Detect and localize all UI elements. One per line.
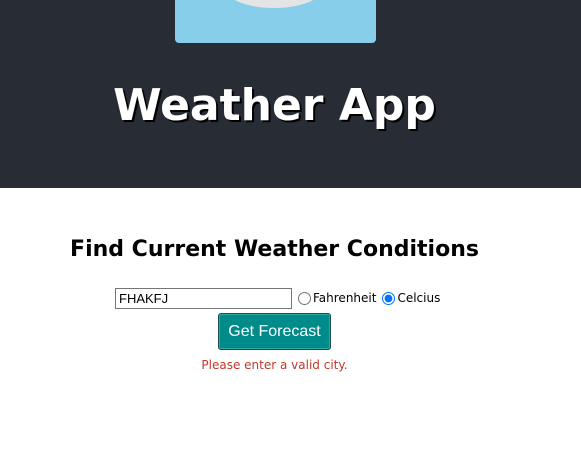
app-title: Weather App: [113, 80, 436, 131]
celcius-label[interactable]: Celcius: [397, 291, 440, 305]
app-header: Weather App: [0, 0, 581, 188]
fahrenheit-radio[interactable]: [298, 291, 311, 305]
cloud-icon: [225, 0, 323, 8]
city-input[interactable]: [115, 287, 292, 309]
form-input-row: Fahrenheit Celcius: [115, 287, 440, 309]
get-forecast-button[interactable]: Get Forecast: [218, 313, 331, 350]
weather-logo-icon: [175, 0, 376, 43]
celcius-radio[interactable]: [382, 291, 396, 305]
weather-form-section: Find Current Weather Conditions Fahrenhe…: [0, 188, 581, 461]
fahrenheit-label[interactable]: Fahrenheit: [313, 291, 376, 305]
error-message: Please enter a valid city.: [201, 358, 348, 372]
form-heading: Find Current Weather Conditions: [70, 237, 479, 262]
